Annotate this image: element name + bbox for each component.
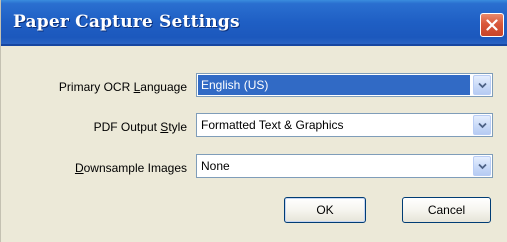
close-icon [486, 19, 498, 31]
chevron-down-icon [478, 122, 487, 129]
label-text: anguage [140, 80, 187, 94]
pdf-output-style-label: PDF Output Style [94, 120, 187, 134]
close-button[interactable] [480, 13, 504, 37]
label-text: PDF Output [93, 120, 161, 134]
dropdown-button[interactable] [473, 115, 491, 135]
pdf-output-style-select[interactable]: Formatted Text & Graphics [196, 113, 493, 137]
downsample-images-select[interactable]: None [196, 154, 493, 178]
dialog-title: Paper Capture Settings [13, 12, 240, 32]
label-text: tyle [168, 120, 187, 134]
dropdown-button[interactable] [473, 75, 491, 95]
cancel-button[interactable]: Cancel [402, 197, 491, 223]
label-accelerator: D [74, 161, 84, 175]
chevron-down-icon [478, 163, 487, 170]
label-text: ownsample Images [83, 161, 187, 175]
ok-button[interactable]: OK [284, 197, 366, 223]
paper-capture-settings-dialog: Paper Capture Settings Primary OCR Langu… [0, 0, 507, 242]
dropdown-button[interactable] [473, 156, 491, 176]
label-text: Primary OCR [58, 80, 134, 94]
downsample-images-label: Downsample Images [75, 161, 187, 175]
chevron-down-icon [478, 82, 487, 89]
primary-ocr-language-label: Primary OCR Language [59, 80, 187, 94]
title-bar[interactable]: Paper Capture Settings [1, 0, 507, 46]
downsample-images-value: None [201, 159, 230, 173]
primary-ocr-language-select[interactable]: English (US) [196, 73, 493, 97]
pdf-output-style-value: Formatted Text & Graphics [201, 118, 344, 132]
primary-ocr-language-value: English (US) [198, 75, 470, 95]
